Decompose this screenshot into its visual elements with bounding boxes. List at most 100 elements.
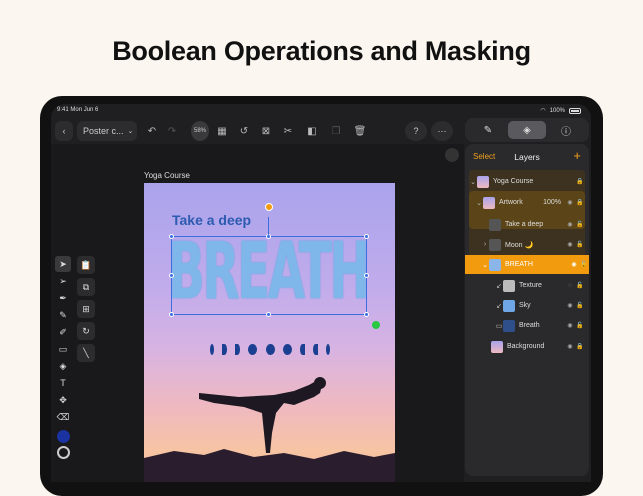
layer-texture[interactable]: ↙ Texture ◌ 🔓 bbox=[469, 276, 585, 295]
lock-icon[interactable]: 🔓 bbox=[575, 221, 585, 228]
duplicate-icon[interactable]: ❐ bbox=[329, 124, 343, 138]
move-icon: ✥ bbox=[59, 394, 67, 405]
pencil-tool[interactable]: ✎ bbox=[55, 307, 71, 323]
line-icon: ╲ bbox=[83, 347, 89, 358]
anchor-dot[interactable] bbox=[372, 321, 380, 329]
handle-tr[interactable] bbox=[364, 234, 369, 239]
chevron-down-icon: ⌄ bbox=[470, 178, 476, 186]
help-button[interactable]: ? bbox=[405, 121, 427, 141]
chevron-left-icon: ‹ bbox=[62, 126, 66, 136]
move-tool[interactable]: ✥ bbox=[55, 392, 71, 408]
layer-thumbnail bbox=[489, 238, 501, 251]
layers-header: Select Layers + bbox=[465, 144, 589, 170]
undo-icon[interactable]: ↶ bbox=[145, 124, 159, 138]
layer-sky[interactable]: ↙ Sky ◉ 🔓 bbox=[469, 296, 585, 315]
magic-wand-icon[interactable]: ↺ bbox=[237, 124, 251, 138]
brush-icon: ✐ bbox=[59, 326, 67, 337]
handle-bl[interactable] bbox=[169, 312, 174, 317]
layers-icon: ◈ bbox=[523, 124, 531, 136]
zoom-button[interactable]: 58% bbox=[191, 121, 209, 141]
arrow-icon: ➤ bbox=[59, 258, 67, 269]
handle-mr[interactable] bbox=[364, 273, 369, 278]
option-button-5[interactable]: ╲ bbox=[77, 344, 95, 362]
lock-icon[interactable]: 🔒 bbox=[575, 199, 585, 206]
layer-artwork[interactable]: ⌄ Artwork 100% ◉ 🔒 bbox=[469, 193, 585, 212]
boolean-icon[interactable]: ◧ bbox=[305, 124, 319, 138]
stroke-color-swatch[interactable] bbox=[57, 446, 70, 459]
panel-tabs: ✎ ◈ ⓘ bbox=[465, 118, 589, 142]
layer-thumbnail bbox=[489, 218, 501, 231]
layer-breath-group[interactable]: ⌄ BREATH ◉ 🔓 bbox=[465, 255, 589, 274]
paste-icon: ⊞ bbox=[82, 303, 90, 314]
text-tool[interactable]: T bbox=[55, 375, 71, 391]
more-button[interactable]: ⋯ bbox=[431, 121, 453, 141]
option-button-4[interactable]: ↻ bbox=[77, 322, 95, 340]
lock-icon[interactable]: 🔓 bbox=[579, 261, 589, 268]
handle-bm[interactable] bbox=[266, 312, 271, 317]
trash-icon[interactable]: 🗑 bbox=[353, 124, 367, 138]
canvas[interactable]: Yoga Course Take a deep BREATH ➤ ➢ ✒ ✎ ✐… bbox=[51, 144, 464, 482]
eye-icon[interactable]: ◉ bbox=[565, 343, 575, 350]
eye-off-icon[interactable]: ◌ bbox=[565, 283, 575, 289]
grid-icon[interactable]: ▦ bbox=[215, 124, 229, 138]
rotate-handle[interactable] bbox=[265, 203, 273, 211]
document-name-button[interactable]: Poster c... ⌄ bbox=[77, 121, 137, 141]
redo-icon[interactable]: ↷ bbox=[165, 124, 179, 138]
eye-icon[interactable]: ◉ bbox=[565, 302, 575, 309]
layer-thumbnail bbox=[489, 258, 501, 271]
layer-thumbnail bbox=[503, 319, 515, 332]
option-button-1[interactable]: 📋 bbox=[77, 256, 95, 274]
fill-tool[interactable]: ◈ bbox=[55, 358, 71, 374]
layer-thumbnail bbox=[477, 175, 489, 188]
pen-icon: ✎ bbox=[483, 124, 493, 136]
eraser-tool[interactable]: ⌫ bbox=[55, 409, 71, 425]
tab-style[interactable]: ✎ bbox=[469, 121, 507, 139]
moon-icon bbox=[222, 343, 228, 355]
moon-icon bbox=[282, 343, 292, 355]
select-tool[interactable]: ➤ bbox=[55, 256, 71, 272]
lock-icon[interactable]: 🔓 bbox=[575, 241, 585, 248]
eye-icon[interactable]: ◉ bbox=[565, 241, 575, 248]
pen-tool[interactable]: ✒ bbox=[55, 290, 71, 306]
selection-box[interactable] bbox=[171, 236, 367, 315]
lock-icon[interactable]: 🔒 bbox=[575, 178, 585, 185]
layer-moon[interactable]: › Moon 🌙 ◉ 🔓 bbox=[469, 235, 585, 254]
wifi-icon: ◠ bbox=[540, 108, 546, 114]
fill-color-swatch[interactable] bbox=[57, 430, 70, 443]
back-button[interactable]: ‹ bbox=[55, 121, 73, 141]
artboard[interactable]: Take a deep BREATH bbox=[144, 183, 395, 482]
eye-icon[interactable]: ◉ bbox=[565, 322, 575, 329]
lock-icon[interactable]: 🔓 bbox=[575, 322, 585, 329]
layers-title: Layers bbox=[514, 152, 540, 162]
layer-breath[interactable]: ▭ Breath ◉ 🔓 bbox=[469, 316, 585, 335]
brush-tool[interactable]: ✐ bbox=[55, 324, 71, 340]
handle-ml[interactable] bbox=[169, 273, 174, 278]
eye-icon[interactable]: ◉ bbox=[569, 261, 579, 268]
take-a-deep-text[interactable]: Take a deep bbox=[172, 212, 251, 228]
crop-icon[interactable]: ⊠ bbox=[259, 124, 273, 138]
shape-tool[interactable]: ▭ bbox=[55, 341, 71, 357]
lock-icon[interactable]: 🔒 bbox=[575, 343, 585, 350]
layer-take-a-deep[interactable]: Take a deep ◉ 🔓 bbox=[469, 215, 585, 234]
moon-icon bbox=[265, 343, 275, 355]
app-screen: 9:41 Mon Jun 6 ◠ 100% ‹ Poster c... ⌄ ↶ … bbox=[51, 104, 591, 482]
option-button-3[interactable]: ⊞ bbox=[77, 300, 95, 318]
eye-icon[interactable]: ◉ bbox=[565, 221, 575, 228]
eye-icon[interactable]: ◉ bbox=[565, 199, 575, 206]
rectangle-icon: ▭ bbox=[58, 343, 68, 354]
canvas-indicator[interactable] bbox=[445, 148, 459, 162]
handle-tl[interactable] bbox=[169, 234, 174, 239]
option-button-2[interactable]: ⧉ bbox=[77, 278, 95, 296]
direct-select-tool[interactable]: ➢ bbox=[55, 273, 71, 289]
more-icon: ⋯ bbox=[437, 125, 447, 136]
scissors-icon[interactable]: ✂ bbox=[281, 124, 295, 138]
lock-icon[interactable]: 🔓 bbox=[575, 282, 585, 289]
tab-layers[interactable]: ◈ bbox=[508, 121, 546, 139]
layer-background[interactable]: Background ◉ 🔒 bbox=[469, 337, 585, 356]
handle-br[interactable] bbox=[364, 312, 369, 317]
layer-yoga-course[interactable]: ⌄ Yoga Course 🔒 bbox=[469, 172, 585, 191]
plus-icon[interactable]: + bbox=[573, 148, 581, 163]
eraser-icon: ⌫ bbox=[56, 411, 70, 422]
lock-icon[interactable]: 🔓 bbox=[575, 302, 585, 309]
tab-info[interactable]: ⓘ bbox=[547, 121, 585, 139]
